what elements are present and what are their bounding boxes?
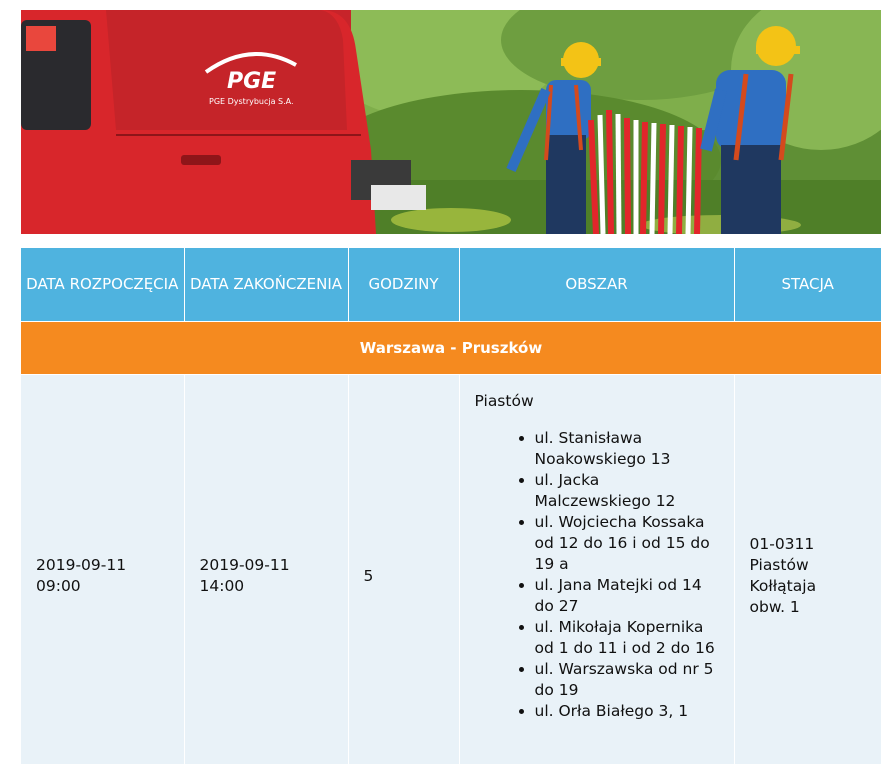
street-item: ul. Orła Białego 3, 1	[535, 701, 719, 722]
header-banner-photo: PGE PGE Dystrybucja S.A.	[21, 10, 881, 234]
header-hours: GODZINY	[348, 248, 460, 321]
street-item: ul. Stanisława Noakowskiego 13	[535, 428, 719, 470]
end-date-cell: 2019-09-11 14:00	[184, 373, 349, 764]
outage-schedule-table: DATA ROZPOCZĘCIA DATA ZAKOŃCZENIA GODZIN…	[21, 248, 881, 764]
table-row: 2019-09-11 09:00 2019-09-11 14:00 5 Pias…	[21, 373, 881, 764]
street-item: ul. Jana Matejki od 14 do 27	[535, 575, 719, 617]
station-street: Kołłątaja	[749, 577, 817, 596]
banner-illustration: PGE PGE Dystrybucja S.A.	[21, 10, 881, 234]
street-item: ul. Wojciecha Kossaka od 12 do 16 i od 1…	[535, 512, 719, 575]
pge-logo: PGE	[227, 69, 276, 94]
area-cell: Piastów ul. Stanisława Noakowskiego 13 u…	[459, 373, 735, 764]
header-station: STACJA	[734, 248, 881, 321]
company-name-text: PGE Dystrybucja S.A.	[209, 97, 294, 106]
station-cell: 01-0311 Piastów Kołłątaja obw. 1	[734, 373, 881, 764]
region-group-row: Warszawa - Pruszków	[21, 320, 881, 374]
station-code: 01-0311	[749, 535, 815, 554]
header-end-date: DATA ZAKOŃCZENIA	[184, 248, 349, 321]
street-item: ul. Jacka Malczewskiego 12	[535, 470, 719, 512]
station-circuit: obw. 1	[749, 598, 800, 617]
region-group-label: Warszawa - Pruszków	[21, 320, 881, 374]
header-area: OBSZAR	[459, 248, 735, 321]
start-date: 2019-09-11	[36, 556, 127, 575]
start-date-cell: 2019-09-11 09:00	[21, 373, 185, 764]
header-start-date: DATA ROZPOCZĘCIA	[21, 248, 185, 321]
street-list: ul. Stanisława Noakowskiego 13 ul. Jacka…	[475, 428, 719, 722]
area-place: Piastów	[474, 391, 534, 410]
end-date: 2019-09-11	[199, 556, 290, 575]
end-time: 14:00	[199, 577, 245, 596]
street-item: ul. Warszawska od nr 5 do 19	[535, 659, 719, 701]
start-time: 09:00	[36, 577, 81, 596]
hours-cell: 5	[348, 373, 460, 764]
street-item: ul. Mikołaja Kopernika od 1 do 11 i od 2…	[535, 617, 719, 659]
table-header-row: DATA ROZPOCZĘCIA DATA ZAKOŃCZENIA GODZIN…	[21, 248, 881, 321]
station-town: Piastów	[749, 556, 809, 575]
